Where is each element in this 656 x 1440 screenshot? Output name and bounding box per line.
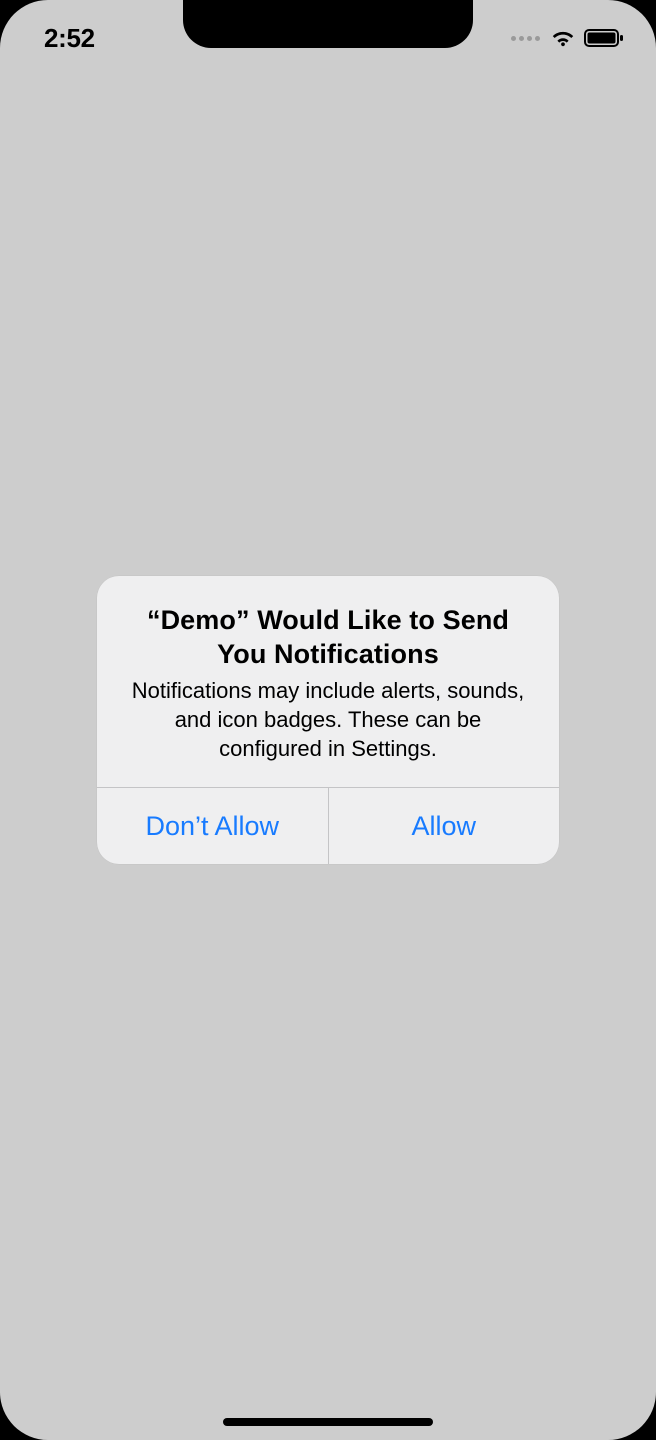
home-indicator[interactable] [223, 1418, 433, 1426]
status-time: 2:52 [44, 23, 95, 54]
cellular-dots-icon [511, 36, 540, 41]
dont-allow-button[interactable]: Don’t Allow [97, 788, 328, 864]
alert-buttons: Don’t Allow Allow [97, 787, 559, 864]
alert-body: “Demo” Would Like to Send You Notificati… [97, 576, 559, 787]
device-frame: 2:52 “Demo” Would Like to Send Y [0, 0, 656, 1440]
alert-title: “Demo” Would Like to Send You Notificati… [121, 604, 535, 672]
status-right-cluster [511, 28, 628, 48]
alert-backdrop: “Demo” Would Like to Send You Notificati… [0, 0, 656, 1440]
wifi-icon [550, 28, 576, 48]
allow-button[interactable]: Allow [328, 788, 560, 864]
device-notch [183, 0, 473, 48]
battery-icon [584, 28, 624, 48]
alert-message: Notifications may include alerts, sounds… [121, 677, 535, 763]
notification-permission-alert: “Demo” Would Like to Send You Notificati… [97, 576, 559, 864]
